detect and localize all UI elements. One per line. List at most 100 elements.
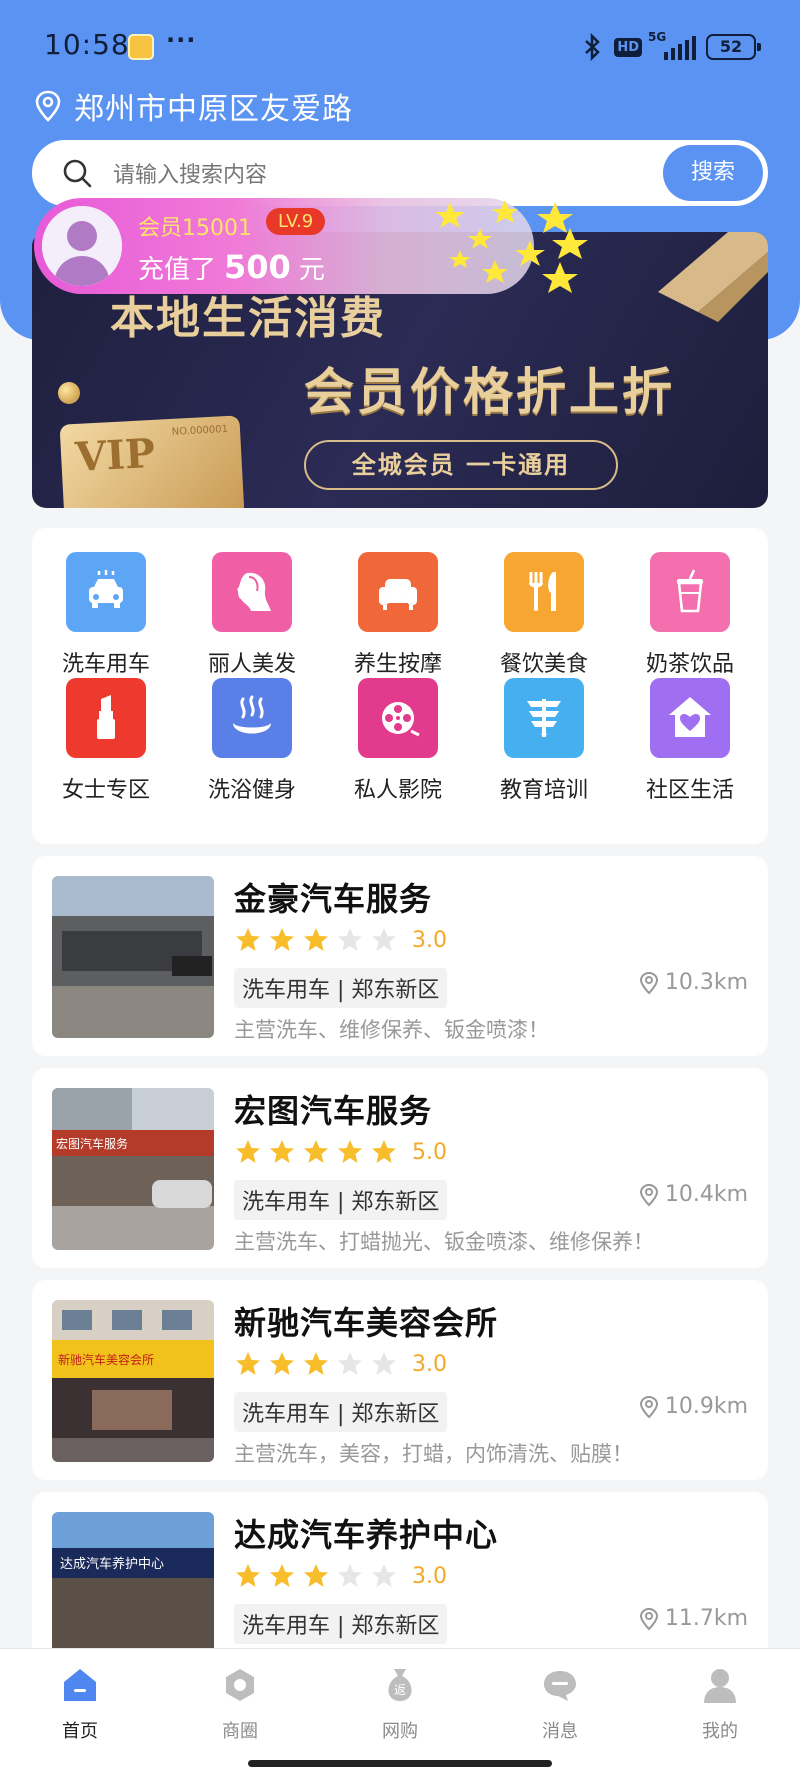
search-input[interactable]: 请输入搜索内容 <box>113 157 663 189</box>
star-icon <box>236 1140 260 1163</box>
woman-profile-icon <box>237 572 271 611</box>
rating-value: 3.0 <box>412 1351 447 1377</box>
nav-profile[interactable]: 我的 <box>670 1665 770 1743</box>
milk-tea-icon <box>677 569 703 613</box>
shop-card[interactable]: 新驰汽车美容会所 新驰汽车美容会所 3.0 洗车用车 | 郑东新区 10.9km… <box>32 1280 768 1480</box>
category-icon-bg <box>504 552 584 632</box>
svg-text:返: 返 <box>394 1683 406 1697</box>
stars-decoration <box>435 200 588 293</box>
category-icon-bg <box>212 552 292 632</box>
star-icon <box>236 928 260 951</box>
category-food[interactable]: 餐饮美食 <box>484 552 604 678</box>
hd-badge: HD <box>614 37 642 57</box>
shop-card[interactable]: 金豪汽车服务 3.0 洗车用车 | 郑东新区 10.3km 主营洗车、维修保养、… <box>32 856 768 1056</box>
status-icons: HD 5G 52 <box>582 30 761 62</box>
signal-icon: 5G <box>648 30 696 60</box>
category-grid: 洗车用车 丽人美发 养生按摩 餐饮美食 奶茶饮品 女士专区 洗浴健身 私人影院 … <box>32 528 768 844</box>
location-selector[interactable]: 郑州市中原区友爱路 <box>34 84 353 128</box>
category-community[interactable]: 社区生活 <box>630 678 750 804</box>
category-cinema[interactable]: 私人影院 <box>338 678 458 804</box>
shop-image <box>52 876 214 1038</box>
member-name: 会员15001 <box>138 216 252 241</box>
star-icon <box>270 928 294 951</box>
recharge-unit: 元 <box>298 255 325 285</box>
category-icon-bg <box>650 552 730 632</box>
category-icon-bg <box>66 678 146 758</box>
nav-home[interactable]: 首页 <box>30 1665 130 1743</box>
star-icon <box>270 1140 294 1163</box>
user-icon <box>704 1669 736 1703</box>
shop-description: 主营洗车、打蜡抛光、钣金喷漆、维修保养！ <box>234 1230 654 1254</box>
distance-value: 10.3km <box>664 970 748 995</box>
category-beauty[interactable]: 丽人美发 <box>192 552 312 678</box>
shop-card[interactable]: 宏图汽车服务 宏图汽车服务 5.0 洗车用车 | 郑东新区 10.4km 主营洗… <box>32 1068 768 1268</box>
shop-photo: 宏图汽车服务 <box>52 1088 214 1250</box>
star-icon <box>304 928 328 951</box>
category-icon-bg <box>358 678 438 758</box>
recharge-text: 充值了 500 元 <box>138 248 325 286</box>
category-label: 餐饮美食 <box>499 652 588 677</box>
nav-online-shop[interactable]: 返 网购 <box>350 1665 450 1743</box>
category-icon-bg <box>650 678 730 758</box>
category-label: 社区生活 <box>645 778 734 803</box>
shop-photo: 新驰汽车美容会所 <box>52 1300 214 1462</box>
star-icon <box>236 1564 260 1587</box>
nav-label: 商圈 <box>222 1721 258 1742</box>
star-icon <box>270 1352 294 1375</box>
category-car-wash[interactable]: 洗车用车 <box>46 552 166 678</box>
ribbon-decoration <box>658 232 768 322</box>
star-rating: 3.0 <box>234 1350 447 1378</box>
shop-name: 达成汽车养护中心 <box>234 1516 499 1554</box>
category-label: 私人影院 <box>353 778 442 803</box>
rating-value: 3.0 <box>412 1563 447 1589</box>
star-icon <box>304 1140 328 1163</box>
category-icon-bg <box>66 552 146 632</box>
hot-spring-icon <box>233 695 271 734</box>
search-button[interactable]: 搜索 <box>663 145 763 201</box>
category-women[interactable]: 女士专区 <box>46 678 166 804</box>
category-label: 教育培训 <box>499 778 588 803</box>
category-bath-fitness[interactable]: 洗浴健身 <box>192 678 312 804</box>
nav-messages[interactable]: 消息 <box>510 1665 610 1743</box>
bluetooth-icon <box>585 33 601 61</box>
location-pin-icon <box>639 1607 658 1630</box>
distance-value: 11.7km <box>664 1606 748 1631</box>
shop-name: 宏图汽车服务 <box>234 1092 433 1130</box>
vip-card-image: VIP NO.000001 <box>59 415 245 508</box>
shop-image: 新驰汽车美容会所 <box>52 1300 214 1462</box>
shop-category-tag: 洗车用车 | 郑东新区 <box>234 1604 448 1644</box>
banner-subheadline: 会员价格折上折 <box>304 363 675 421</box>
star-empty-icon <box>372 1564 396 1587</box>
category-label: 女士专区 <box>61 778 150 803</box>
shop-photo <box>52 876 214 1038</box>
category-label: 洗浴健身 <box>207 778 296 803</box>
house-heart-icon <box>669 697 711 737</box>
battery-icon: 52 <box>706 34 761 60</box>
shop-sign-text: 新驰汽车美容会所 <box>58 1352 154 1367</box>
location-pin-icon <box>639 1395 658 1418</box>
star-icon <box>236 1352 260 1375</box>
recharge-prefix: 充值了 <box>138 255 217 285</box>
star-icon <box>372 1140 396 1163</box>
shop-name: 金豪汽车服务 <box>234 880 433 918</box>
level-badge: LV.9 <box>266 208 326 235</box>
nav-business-circle[interactable]: 商圈 <box>190 1665 290 1743</box>
recharge-amount: 500 <box>224 248 291 286</box>
nav-label: 网购 <box>382 1721 418 1742</box>
shop-distance: 10.4km <box>639 1182 748 1207</box>
search-bar[interactable]: 请输入搜索内容 搜索 <box>32 140 768 206</box>
home-indicator[interactable] <box>248 1760 552 1767</box>
distance-value: 10.9km <box>664 1394 748 1419</box>
shop-image: 宏图汽车服务 <box>52 1088 214 1250</box>
category-massage[interactable]: 养生按摩 <box>338 552 458 678</box>
vip-card-number: NO.000001 <box>171 423 229 438</box>
shop-category-tag: 洗车用车 | 郑东新区 <box>234 968 448 1008</box>
category-drinks[interactable]: 奶茶饮品 <box>630 552 750 678</box>
shop-name: 新驰汽车美容会所 <box>234 1304 499 1342</box>
category-education[interactable]: 教育培训 <box>484 678 604 804</box>
category-label: 洗车用车 <box>61 652 150 677</box>
shop-circle-icon <box>226 1669 254 1701</box>
category-label: 奶茶饮品 <box>645 652 734 677</box>
star-rating: 3.0 <box>234 926 447 954</box>
search-icon <box>63 159 92 188</box>
